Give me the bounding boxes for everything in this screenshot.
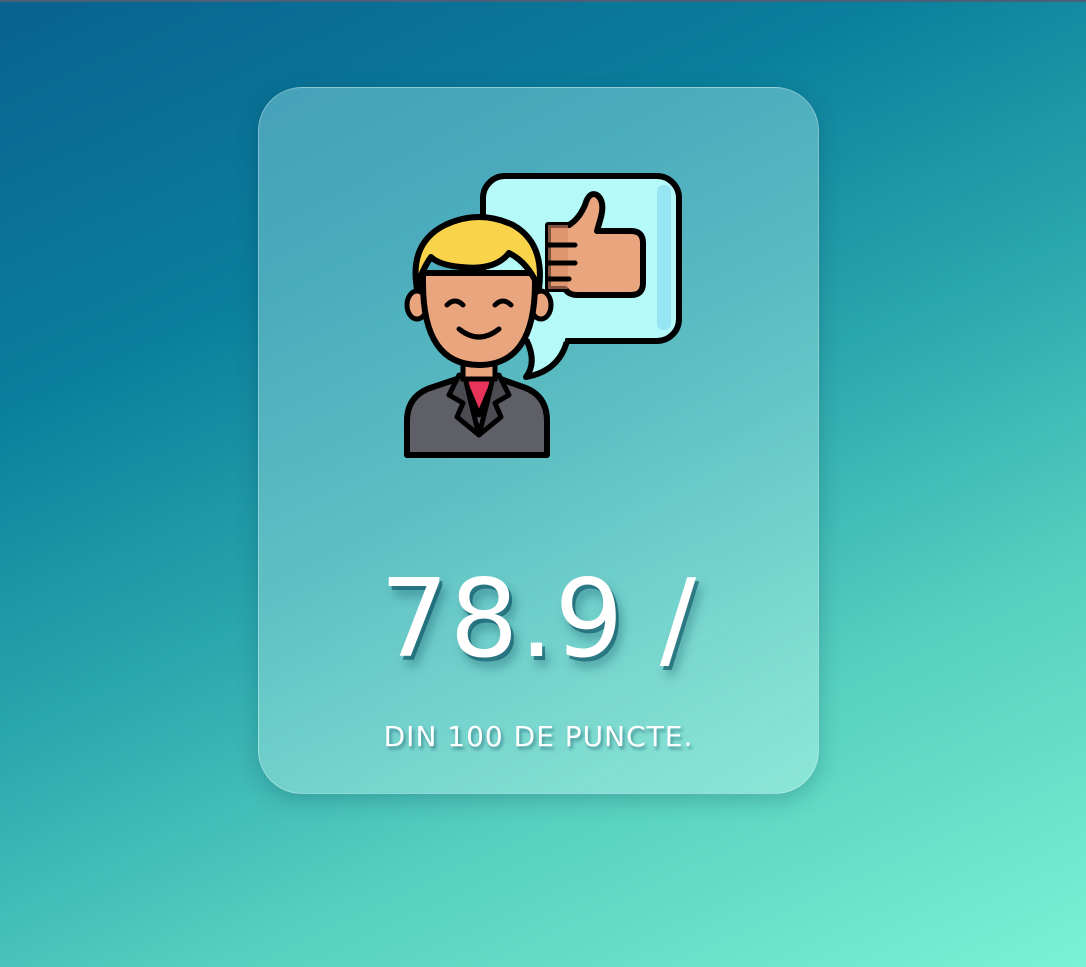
score-card: 78.9 / DIN 100 DE PUNCTE. (258, 87, 819, 794)
window-top-border (0, 0, 1086, 2)
score-caption: DIN 100 DE PUNCTE. (383, 720, 694, 753)
person-thumbs-up-icon (404, 173, 682, 458)
score-value: 78.9 / (379, 557, 698, 682)
